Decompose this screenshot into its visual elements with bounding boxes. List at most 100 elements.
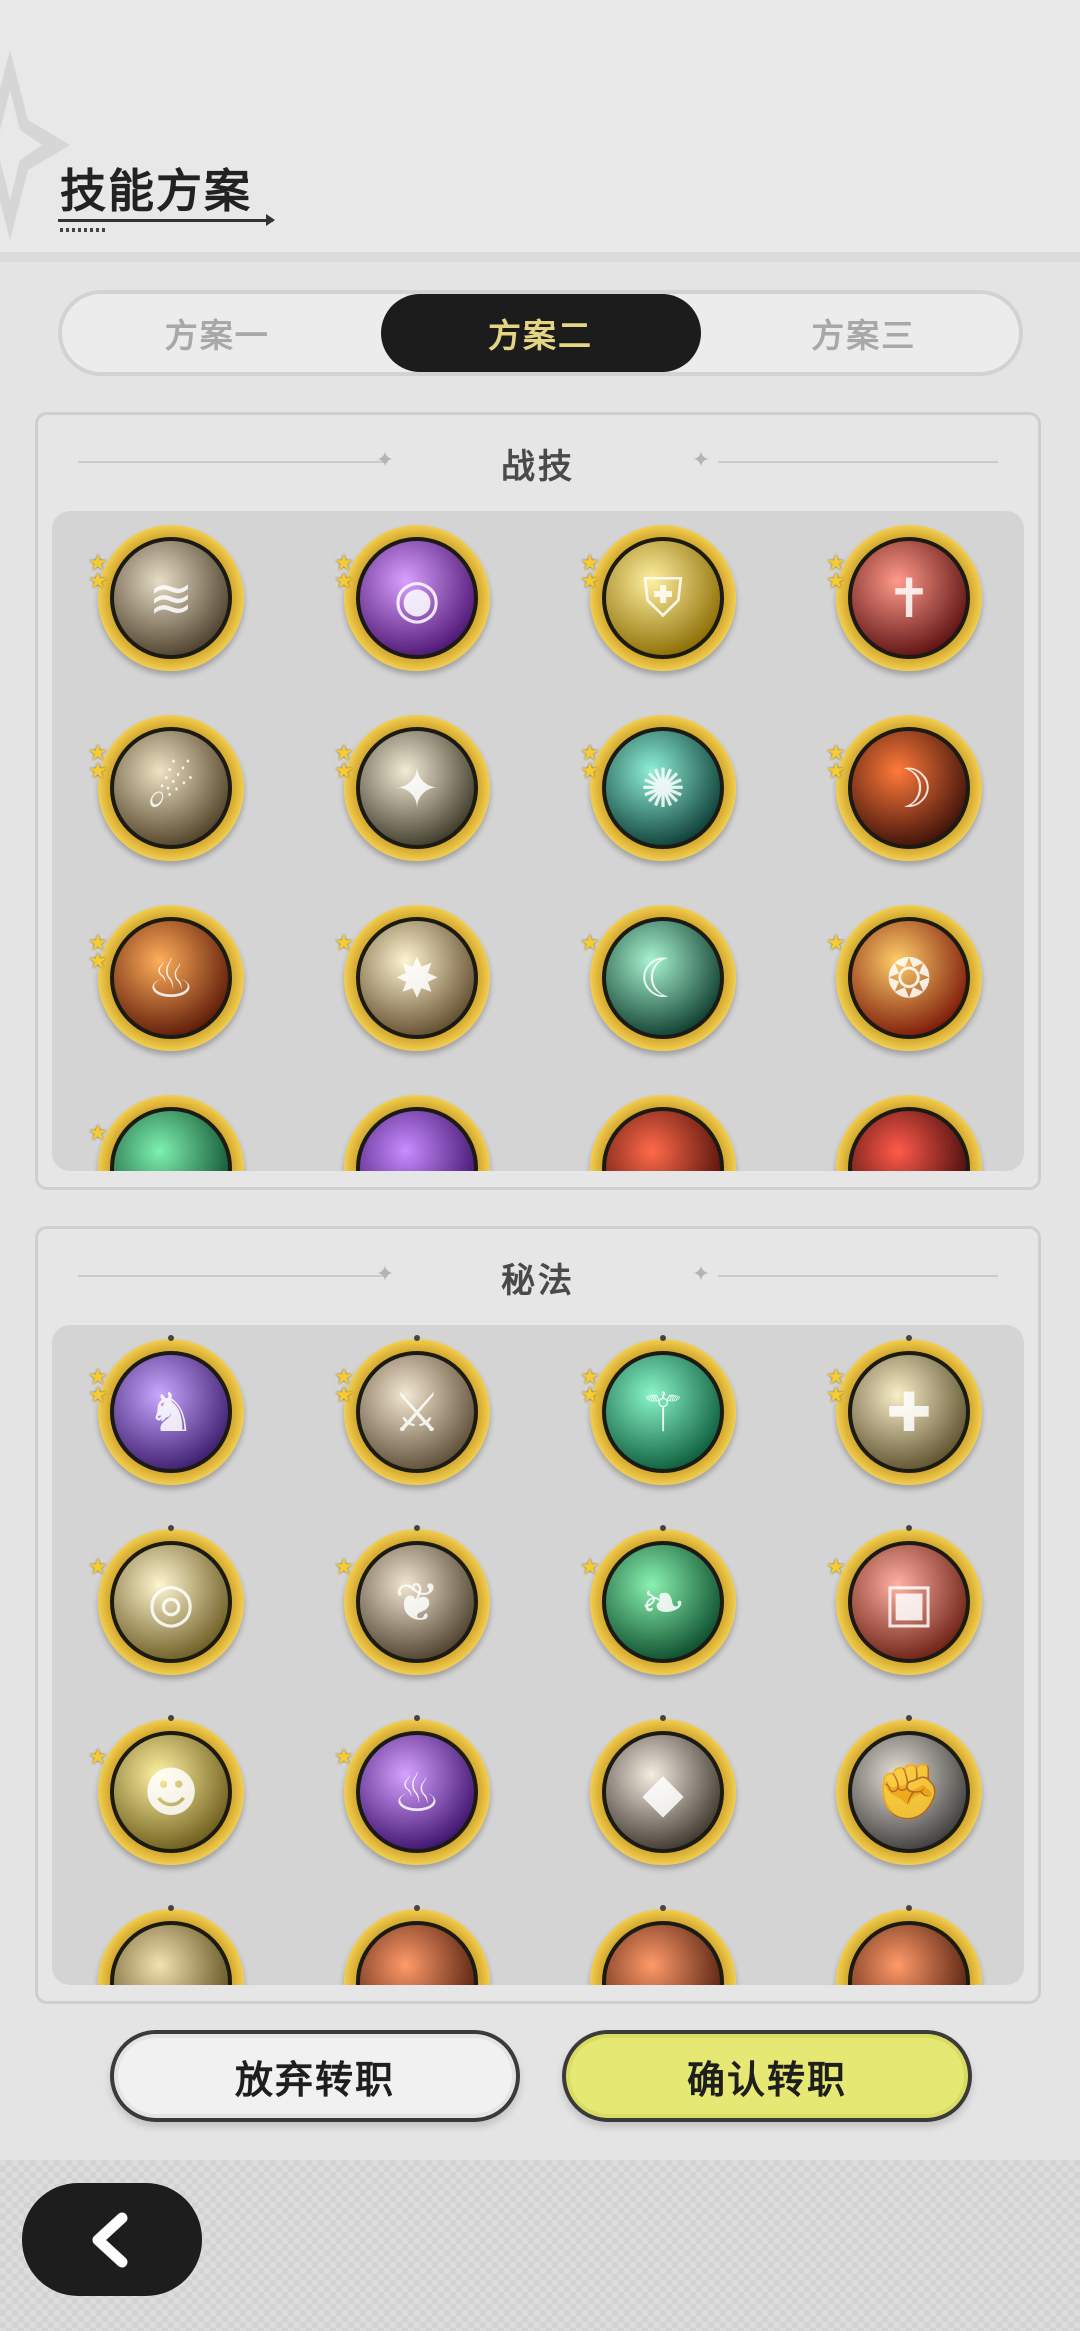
icon-frame: ❂ (836, 905, 982, 1051)
red-scroll-icon[interactable]: ▣ ★ (826, 1525, 986, 1679)
plan-tabs: 方案一 方案二 方案三 (58, 290, 1023, 376)
abandon-button[interactable]: 放弃转职 (110, 2030, 520, 2122)
icon-art: ⚔ (356, 1351, 478, 1473)
star-rank-icon: ★ (334, 931, 354, 956)
combat-skills-header: ✦ 战技 ✦ (38, 415, 1038, 511)
wooden-strike-icon[interactable]: ☄ ★ ★ (88, 715, 248, 865)
icon-art (356, 1921, 478, 1985)
purple-flame-icon[interactable]: ♨ ★ (334, 1715, 494, 1869)
flame-burst-icon[interactable]: ♨ ★ ★ (88, 905, 248, 1055)
all-seeing-eye-icon[interactable]: ◎ ★ (88, 1525, 248, 1679)
icon-frame (344, 1909, 490, 1985)
combat-skills-panel: ✦ 战技 ✦ ≋ ★ ★ ◉ ★ ★ ⛨ ★ ★ ✝ ★ ★ ☄ ★ ★ ✦ ★ ★ ✺ ★ ★ ☽ ★ ★ ♨ ★ ★ ✸ ★ ☾ ★ ❂ ★… (35, 412, 1041, 1190)
green-blade-icon[interactable]: ⚚ ★ ★ (580, 1335, 740, 1489)
icon-top-dot (660, 1525, 666, 1531)
maple-leaf-icon[interactable]: ❦ ★ (334, 1525, 494, 1679)
icon-frame: ▣ (836, 1529, 982, 1675)
red-sword-raise-icon[interactable]: ✝ ★ ★ (826, 525, 986, 675)
icon-frame (836, 1909, 982, 1985)
combat-skills-grid[interactable]: ≋ ★ ★ ◉ ★ ★ ⛨ ★ ★ ✝ ★ ★ ☄ ★ ★ ✦ ★ ★ ✺ ★ ★ ☽ ★ ★ ♨ ★ ★ ✸ ★ ☾ ★ ❂ ★ ★ (52, 511, 1024, 1171)
arcane-icon-15[interactable] (590, 1905, 740, 1985)
icon-frame (98, 1095, 244, 1171)
star-rank-icon: ★ ★ (88, 551, 108, 594)
icon-top-dot (906, 1715, 912, 1721)
icon-glyph: ♨ (146, 946, 196, 1010)
icon-art: ✸ (356, 917, 478, 1039)
icon-art: ✚ (848, 1351, 970, 1473)
icon-art: ⛨ (602, 537, 724, 659)
purple-orb-icon[interactable]: ◉ ★ ★ (334, 525, 494, 675)
icon-art: ✦ (356, 727, 478, 849)
icon-glyph: ▣ (883, 1570, 935, 1634)
tab-plan-2[interactable]: 方案二 (380, 294, 701, 372)
fist-shield-icon[interactable]: ✊ (836, 1715, 986, 1869)
fire-spiral-icon[interactable]: ❂ ★ (826, 905, 986, 1055)
tab-plan-1[interactable]: 方案一 (62, 294, 373, 372)
green-leaf-icon[interactable]: ❧ ★ (580, 1525, 740, 1679)
icon-art: ◉ (356, 537, 478, 659)
icon-top-dot (906, 1525, 912, 1531)
icon-art: ◆ (602, 1731, 724, 1853)
tab-plan-3[interactable]: 方案三 (709, 294, 1020, 372)
icon-glyph: ⚚ (638, 1380, 688, 1444)
icon-art: ☽ (848, 727, 970, 849)
icon-glyph: ❂ (886, 946, 932, 1010)
icon-glyph: ◉ (393, 566, 441, 630)
icon-glyph: ✊ (875, 1760, 943, 1823)
golden-shield-icon[interactable]: ⛨ ★ ★ (580, 525, 740, 675)
icon-glyph (114, 1111, 228, 1171)
star-rank-icon: ★ ★ (580, 551, 600, 594)
icon-frame: ♨ (98, 905, 244, 1051)
red-claw-icon[interactable] (590, 1095, 740, 1171)
arcane-skills-grid[interactable]: ♞ ★ ★ ⚔ ★ ★ ⚚ ★ ★ ✚ ★ ★ ◎ ★ ❦ ★ ❧ ★ ▣ ★ ☻ ★ ♨ ★ ◆ ✊ (52, 1325, 1024, 1985)
icon-art: ❧ (602, 1541, 724, 1663)
purple-spark-icon[interactable] (344, 1095, 494, 1171)
stone-shard-icon[interactable]: ◆ (590, 1715, 740, 1869)
icon-art: ✊ (848, 1731, 970, 1853)
icon-glyph: ♨ (392, 1760, 442, 1824)
icon-top-dot (414, 1715, 420, 1721)
header (0, 0, 1080, 262)
icon-frame: ✦ (344, 715, 490, 861)
icon-glyph: ◆ (642, 1760, 684, 1824)
title-dots (60, 228, 106, 232)
explosion-icon[interactable]: ✸ ★ (334, 905, 494, 1055)
icon-glyph (360, 1111, 474, 1171)
icon-art: ♨ (356, 1731, 478, 1853)
purple-beast-icon[interactable]: ♞ ★ ★ (88, 1335, 248, 1489)
icon-glyph: ♞ (146, 1380, 196, 1444)
title-underline (58, 219, 273, 222)
icon-art (356, 1107, 478, 1171)
icon-frame: ≋ (98, 525, 244, 671)
icon-frame (98, 1909, 244, 1985)
sword-buff-icon[interactable]: ⚔ ★ ★ (334, 1335, 494, 1489)
icon-glyph (114, 1925, 228, 1985)
green-web-icon[interactable]: ✺ ★ ★ (580, 715, 740, 865)
icon-art (110, 1921, 232, 1985)
title-arrow (266, 214, 275, 226)
icon-frame: ◎ (98, 1529, 244, 1675)
crimson-slash-icon[interactable] (836, 1095, 986, 1171)
golden-spirit-icon[interactable]: ☻ ★ (88, 1715, 248, 1869)
arcane-icon-14[interactable] (344, 1905, 494, 1985)
back-button[interactable] (22, 2183, 202, 2296)
star-rank-icon: ★ ★ (334, 1365, 354, 1408)
icon-glyph: ☻ (142, 1760, 200, 1824)
arcane-skills-title: 秘法 (501, 1261, 575, 1301)
fire-arc-icon[interactable]: ☽ ★ ★ (826, 715, 986, 865)
icon-glyph: ☾ (638, 946, 688, 1010)
icon-top-dot (168, 1525, 174, 1531)
icon-glyph: ⚔ (392, 1380, 442, 1444)
icon-art (848, 1107, 970, 1171)
arcane-icon-13[interactable] (98, 1905, 248, 1985)
shadow-figure-icon[interactable]: ✦ ★ ★ (334, 715, 494, 865)
icon-frame: ⚔ (344, 1339, 490, 1485)
teal-crescent-icon[interactable]: ☾ ★ (580, 905, 740, 1055)
heal-figure-icon[interactable]: ✚ ★ ★ (826, 1335, 986, 1489)
confirm-button[interactable]: 确认转职 (562, 2030, 972, 2122)
arcane-icon-16[interactable] (836, 1905, 986, 1985)
green-swirl-icon[interactable]: ★ (88, 1095, 248, 1171)
sparkle-icon: ✦ (691, 448, 711, 473)
wind-slash-icon[interactable]: ≋ ★ ★ (88, 525, 248, 675)
star-rank-icon: ★ (88, 1745, 108, 1770)
